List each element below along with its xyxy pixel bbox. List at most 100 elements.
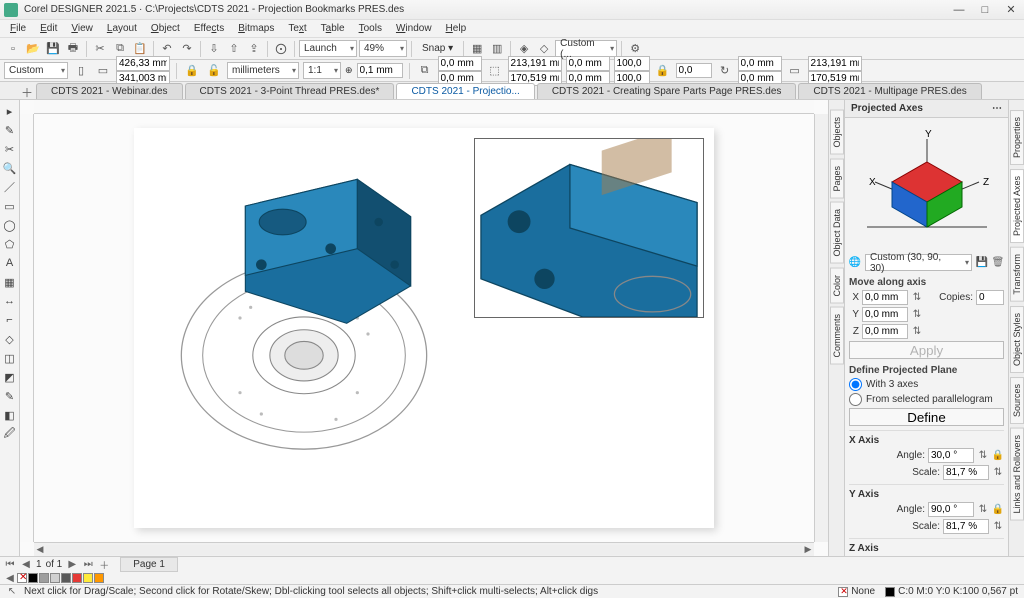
menu-edit[interactable]: Edit xyxy=(34,21,63,36)
menu-file[interactable]: File xyxy=(4,21,32,36)
menu-text[interactable]: Text xyxy=(282,21,312,36)
projected-tool[interactable]: ◇ xyxy=(1,330,19,348)
doc-tab-2[interactable]: CDTS 2021 - Projectio... xyxy=(396,83,534,99)
next-page-icon[interactable]: ▶ xyxy=(66,559,78,571)
delete-preset-icon[interactable]: 🗑 xyxy=(992,257,1004,269)
prev-page-icon[interactable]: ◀ xyxy=(20,559,32,571)
menu-view[interactable]: View xyxy=(65,21,99,36)
tab-projected-axes[interactable]: Projected Axes xyxy=(1010,169,1024,243)
new-icon[interactable]: ▫ xyxy=(4,40,22,58)
menu-layout[interactable]: Layout xyxy=(101,21,143,36)
docker-menu-icon[interactable]: ⋯ xyxy=(992,103,1002,114)
tab-properties[interactable]: Properties xyxy=(1010,110,1024,165)
landscape-icon[interactable]: ▭ xyxy=(94,62,112,80)
text-tool[interactable]: A xyxy=(1,254,19,272)
menu-help[interactable]: Help xyxy=(440,21,473,36)
tab-links[interactable]: Links and Rollovers xyxy=(1010,428,1024,521)
first-page-icon[interactable]: ⏮ xyxy=(4,559,16,571)
canvas[interactable] xyxy=(34,114,814,542)
doc-tab-4[interactable]: CDTS 2021 - Multipage PRES.des xyxy=(798,83,981,99)
eyedropper-tool[interactable]: ✎ xyxy=(1,387,19,405)
docker-tab-color[interactable]: Color xyxy=(830,268,844,304)
scrollbar-horizontal[interactable]: ◀▶ xyxy=(34,542,814,556)
scrollbar-vertical[interactable] xyxy=(814,114,828,542)
pick-tool[interactable]: ▸ xyxy=(1,102,19,120)
doc-tab-1[interactable]: CDTS 2021 - 3-Point Thread PRES.des* xyxy=(185,83,395,99)
table-tool[interactable]: ▦ xyxy=(1,273,19,291)
maximize-button[interactable]: □ xyxy=(976,3,994,17)
dup-x-input[interactable] xyxy=(438,56,482,71)
swatch-ltgray[interactable] xyxy=(50,573,60,583)
nudge-input[interactable] xyxy=(357,63,403,78)
lock-icon[interactable]: 🔒 xyxy=(183,62,201,80)
menu-table[interactable]: Table xyxy=(315,21,351,36)
guides-icon[interactable]: ▥ xyxy=(488,40,506,58)
doc-tab-0[interactable]: CDTS 2021 - Webinar.des xyxy=(36,83,183,99)
fill-tool[interactable]: ◧ xyxy=(1,406,19,424)
portrait-icon[interactable]: ▯ xyxy=(72,62,90,80)
move-z-input[interactable] xyxy=(862,324,908,339)
swatch-red[interactable] xyxy=(72,573,82,583)
x-angle-input[interactable] xyxy=(928,448,974,463)
dimension-tool[interactable]: ↔ xyxy=(1,292,19,310)
swatch-none[interactable]: ✕ xyxy=(17,573,27,583)
axes-cube-preview[interactable]: X Y Z xyxy=(849,122,1004,252)
launch-button[interactable]: Launch xyxy=(299,40,357,57)
transparency-tool[interactable]: ◩ xyxy=(1,368,19,386)
y-scale-input[interactable] xyxy=(943,519,989,534)
docker-tab-pages[interactable]: Pages xyxy=(830,159,844,199)
rotate-icon[interactable]: ↻ xyxy=(716,62,734,80)
lock-icon[interactable]: 🔒 xyxy=(992,450,1004,462)
tab-sources[interactable]: Sources xyxy=(1010,377,1024,424)
import-icon[interactable]: ⇩ xyxy=(205,40,223,58)
menu-tools[interactable]: Tools xyxy=(353,21,388,36)
zoom-combo[interactable]: 49% xyxy=(359,40,407,57)
swatch-orange[interactable] xyxy=(94,573,104,583)
rotation-input[interactable] xyxy=(676,63,712,78)
save-icon[interactable]: 💾 xyxy=(44,40,62,58)
docker-tab-objectdata[interactable]: Object Data xyxy=(830,202,844,264)
stepper-icon[interactable]: ⇅ xyxy=(911,292,923,304)
minimize-button[interactable]: — xyxy=(950,3,968,17)
rectangle-tool[interactable]: ▭ xyxy=(1,197,19,215)
apply-button[interactable]: Apply xyxy=(849,341,1004,359)
detail-callout[interactable] xyxy=(474,138,704,318)
tab-object-styles[interactable]: Object Styles xyxy=(1010,306,1024,373)
docker-tab-objects[interactable]: Objects xyxy=(830,110,844,155)
obj-w-input[interactable] xyxy=(508,56,562,71)
swatch-yellow[interactable] xyxy=(83,573,93,583)
ellipse-tool[interactable]: ◯ xyxy=(1,216,19,234)
tab-transform[interactable]: Transform xyxy=(1010,247,1024,302)
axes-preset-combo[interactable]: Custom (30, 90, 30) xyxy=(865,254,972,271)
add-tab-button[interactable]: ＋ xyxy=(20,85,34,99)
size-icon[interactable]: ⬚ xyxy=(486,62,504,80)
shape-tool[interactable]: ✎ xyxy=(1,121,19,139)
connector-tool[interactable]: ⌐ xyxy=(1,311,19,329)
palette-prev-icon[interactable]: ◀ xyxy=(4,572,16,584)
off-x-input[interactable] xyxy=(738,56,782,71)
x-scale-input[interactable] xyxy=(943,465,989,480)
y-angle-input[interactable] xyxy=(928,502,974,517)
dropshadow-tool[interactable]: ◫ xyxy=(1,349,19,367)
move-y-input[interactable] xyxy=(862,307,908,322)
menu-object[interactable]: Object xyxy=(145,21,186,36)
swatch-gray[interactable] xyxy=(39,573,49,583)
projection-preset-combo[interactable]: Custom (... xyxy=(555,40,617,57)
page-width-input[interactable] xyxy=(116,56,170,71)
export-icon[interactable]: ⇧ xyxy=(225,40,243,58)
swatch-dkgray[interactable] xyxy=(61,573,71,583)
duplicate-icon[interactable]: ⧉ xyxy=(416,62,434,80)
drawing-page[interactable] xyxy=(134,128,714,528)
zoom-tool[interactable]: 🔍 xyxy=(1,159,19,177)
search-icon[interactable]: ⨀ xyxy=(272,40,290,58)
obj2-w-input[interactable] xyxy=(808,56,862,71)
page-preset-combo[interactable]: Custom xyxy=(4,62,68,79)
ruler-vertical[interactable] xyxy=(20,114,34,542)
open-icon[interactable]: 📂 xyxy=(24,40,42,58)
close-button[interactable]: ✕ xyxy=(1002,3,1020,17)
snap-menu[interactable]: Snap ▾ xyxy=(416,41,459,56)
ruler-horizontal[interactable] xyxy=(34,100,814,114)
doc-tab-3[interactable]: CDTS 2021 - Creating Spare Parts Page PR… xyxy=(537,83,797,99)
define-button[interactable]: Define xyxy=(849,408,1004,426)
page-tab[interactable]: Page 1 xyxy=(120,557,178,572)
